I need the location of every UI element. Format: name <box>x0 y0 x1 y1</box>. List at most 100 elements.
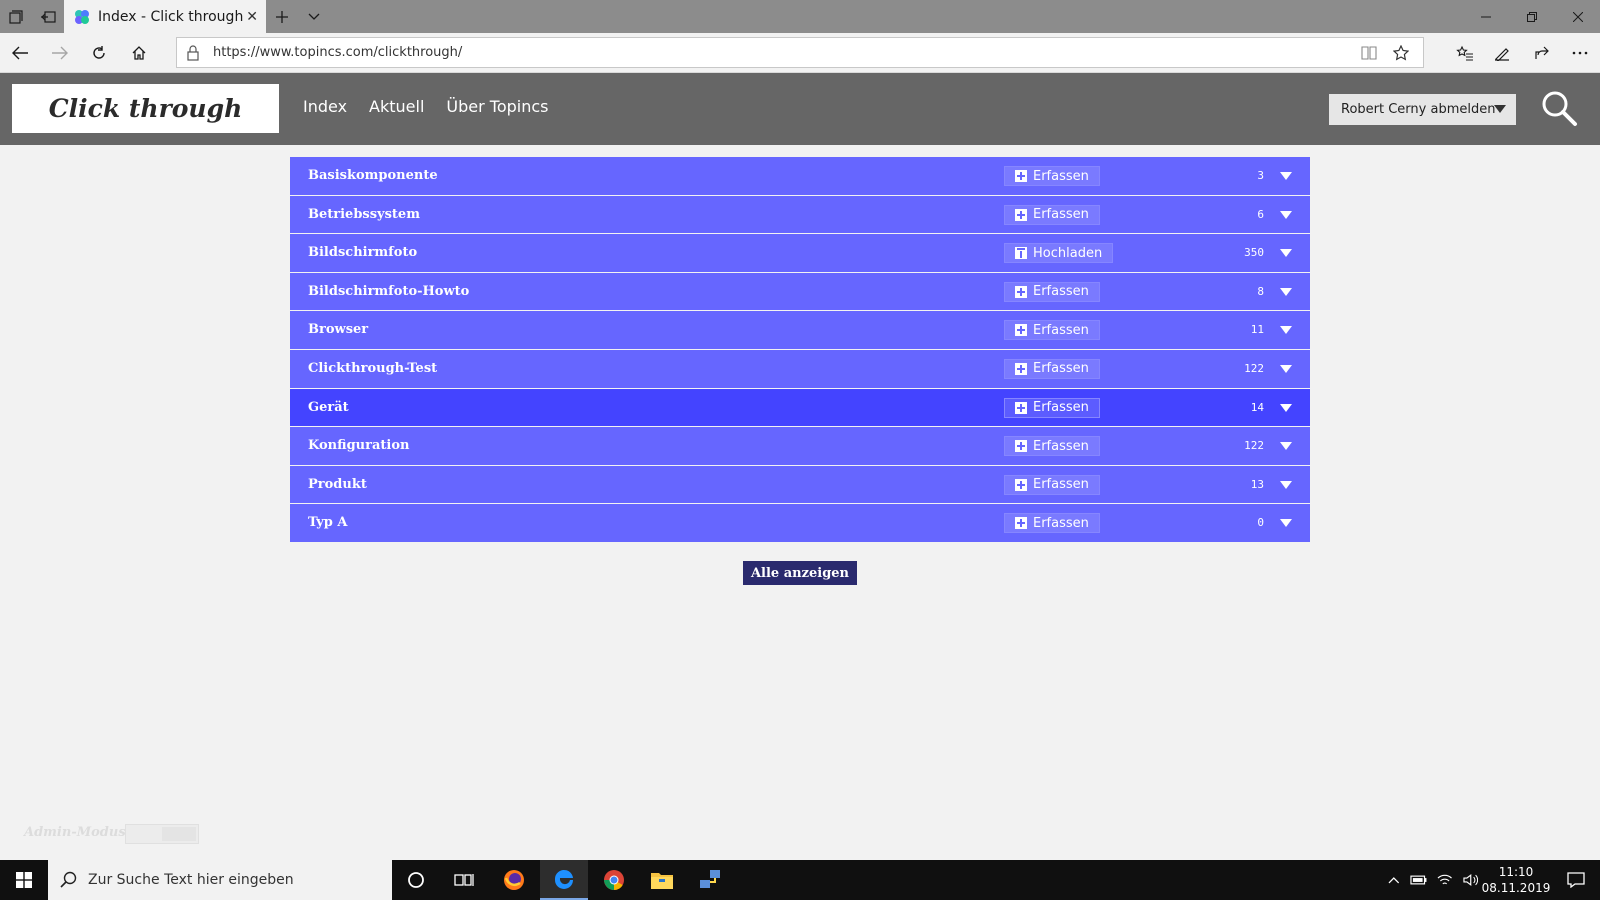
list-item[interactable]: Konfiguration Erfassen 122 <box>290 427 1310 466</box>
list-item[interactable]: Bildschirmfoto Hochladen 350 <box>290 234 1310 273</box>
firefox-icon[interactable] <box>490 860 538 900</box>
more-options-icon[interactable] <box>1562 37 1598 69</box>
expand-caret-icon[interactable] <box>1280 287 1292 296</box>
list-item[interactable]: Bildschirmfoto-Howto Erfassen 8 <box>290 272 1310 312</box>
share-icon[interactable] <box>1524 37 1560 69</box>
upload-button[interactable]: Hochladen <box>1004 243 1114 264</box>
favorite-star-icon[interactable] <box>1389 42 1413 64</box>
list-item[interactable]: Betriebssystem Erfassen 6 <box>290 195 1310 235</box>
file-explorer-icon[interactable] <box>638 860 686 900</box>
site-header: Click through Index Aktuell Über Topincs… <box>0 73 1600 145</box>
list-item-active[interactable]: Gerät Erfassen 14 <box>290 388 1310 428</box>
reading-view-icon[interactable] <box>1357 42 1381 64</box>
list-item[interactable]: Typ A Erfassen 0 <box>290 504 1310 543</box>
logo-text: Click through <box>48 94 243 123</box>
home-icon[interactable] <box>121 37 157 69</box>
windows-start-icon[interactable] <box>0 860 48 900</box>
expand-caret-icon[interactable] <box>1280 403 1292 412</box>
row-name[interactable]: Browser <box>308 322 368 337</box>
set-tabs-aside-icon[interactable] <box>32 0 64 33</box>
new-tab-icon[interactable] <box>266 0 298 33</box>
topic-type-list: Basiskomponente Erfassen 3 Betriebssyste… <box>290 157 1310 543</box>
expand-caret-icon[interactable] <box>1280 326 1292 335</box>
menu-item-index[interactable]: Index <box>303 97 347 116</box>
expand-caret-icon[interactable] <box>1280 210 1292 219</box>
minimize-icon[interactable] <box>1463 0 1509 33</box>
address-bar[interactable]: https://www.topincs.com/clickthrough/ <box>176 37 1424 68</box>
expand-caret-icon[interactable] <box>1280 364 1292 373</box>
close-tab-icon[interactable]: ✕ <box>246 8 258 25</box>
menu-item-ueber-topincs[interactable]: Über Topincs <box>446 97 548 116</box>
row-name[interactable]: Bildschirmfoto-Howto <box>308 284 469 299</box>
browser-tab[interactable]: Index - Click through ✕ <box>64 0 266 33</box>
edge-icon[interactable] <box>540 860 588 900</box>
upload-icon <box>1015 247 1027 260</box>
plus-box-icon <box>1015 362 1027 375</box>
topincs-favicon-icon <box>75 9 89 24</box>
plus-box-icon <box>1015 517 1027 530</box>
create-button[interactable]: Erfassen <box>1004 320 1100 341</box>
row-count: 13 <box>1250 477 1264 491</box>
admin-mode-toggle[interactable] <box>125 824 199 844</box>
expand-caret-icon[interactable] <box>1280 480 1292 489</box>
menu-item-aktuell[interactable]: Aktuell <box>369 97 424 116</box>
list-item[interactable]: Browser Erfassen 11 <box>290 311 1310 350</box>
expand-caret-icon[interactable] <box>1280 172 1292 180</box>
volume-icon[interactable] <box>1462 873 1478 887</box>
battery-icon[interactable] <box>1409 874 1427 886</box>
row-name[interactable]: Produkt <box>308 477 367 492</box>
back-arrow-icon[interactable] <box>2 37 38 69</box>
restore-icon[interactable] <box>1509 0 1555 33</box>
row-name[interactable]: Betriebssystem <box>308 207 420 222</box>
clock-date: 08.11.2019 <box>1481 881 1551 895</box>
network-app-icon[interactable] <box>686 860 734 900</box>
taskbar-search-input[interactable]: Zur Suche Text hier eingeben <box>48 860 392 900</box>
create-button[interactable]: Erfassen <box>1004 474 1100 495</box>
row-name[interactable]: Gerät <box>308 400 349 415</box>
expand-caret-icon[interactable] <box>1280 249 1292 258</box>
refresh-icon[interactable] <box>81 37 117 69</box>
main-menu: Index Aktuell Über Topincs <box>303 97 549 116</box>
user-logout-dropdown[interactable]: Robert Cerny abmelden <box>1329 94 1516 125</box>
row-name[interactable]: Bildschirmfoto <box>308 245 417 260</box>
row-name[interactable]: Konfiguration <box>308 438 409 453</box>
action-center-icon[interactable] <box>1552 860 1600 900</box>
create-button[interactable]: Erfassen <box>1004 204 1100 225</box>
tab-actions-icon[interactable] <box>0 0 32 33</box>
chrome-icon[interactable] <box>590 860 638 900</box>
list-item[interactable]: Produkt Erfassen 13 <box>290 465 1310 505</box>
task-view-icon[interactable] <box>440 860 488 900</box>
row-count: 14 <box>1250 400 1264 414</box>
create-button[interactable]: Erfassen <box>1004 166 1100 186</box>
close-window-icon[interactable] <box>1555 0 1600 33</box>
search-icon[interactable] <box>1540 89 1580 129</box>
expand-caret-icon[interactable] <box>1280 442 1292 451</box>
taskbar-clock[interactable]: 11:10 08.11.2019 <box>1480 864 1552 896</box>
windows-taskbar: Zur Suche Text hier eingeben 11:10 08.11… <box>0 860 1600 900</box>
chevron-up-icon[interactable] <box>1388 876 1400 884</box>
admin-mode-label: Admin-Modus <box>24 825 126 840</box>
list-item[interactable]: Basiskomponente Erfassen 3 <box>290 157 1310 196</box>
create-button[interactable]: Erfassen <box>1004 358 1100 379</box>
wifi-icon[interactable] <box>1437 873 1452 887</box>
plus-box-icon <box>1015 440 1027 453</box>
create-button[interactable]: Erfassen <box>1004 397 1100 418</box>
create-button[interactable]: Erfassen <box>1004 513 1100 534</box>
favorites-list-icon[interactable] <box>1447 37 1483 69</box>
site-logo[interactable]: Click through <box>12 84 279 133</box>
tab-preview-chevron-down-icon[interactable] <box>298 0 330 33</box>
web-note-pen-icon[interactable] <box>1484 37 1520 69</box>
row-name[interactable]: Basiskomponente <box>308 168 438 183</box>
clock-time: 11:10 <box>1498 865 1534 879</box>
create-button[interactable]: Erfassen <box>1004 281 1100 302</box>
expand-caret-icon[interactable] <box>1280 519 1292 528</box>
show-all-button[interactable]: Alle anzeigen <box>743 561 857 585</box>
list-item[interactable]: Clickthrough-Test Erfassen 122 <box>290 349 1310 389</box>
create-button[interactable]: Erfassen <box>1004 436 1100 457</box>
lock-icon <box>187 45 199 61</box>
toggle-knob <box>162 827 196 841</box>
row-name[interactable]: Typ A <box>308 515 348 530</box>
row-name[interactable]: Clickthrough-Test <box>308 361 437 376</box>
forward-arrow-icon[interactable] <box>42 37 78 69</box>
cortana-icon[interactable] <box>392 860 440 900</box>
